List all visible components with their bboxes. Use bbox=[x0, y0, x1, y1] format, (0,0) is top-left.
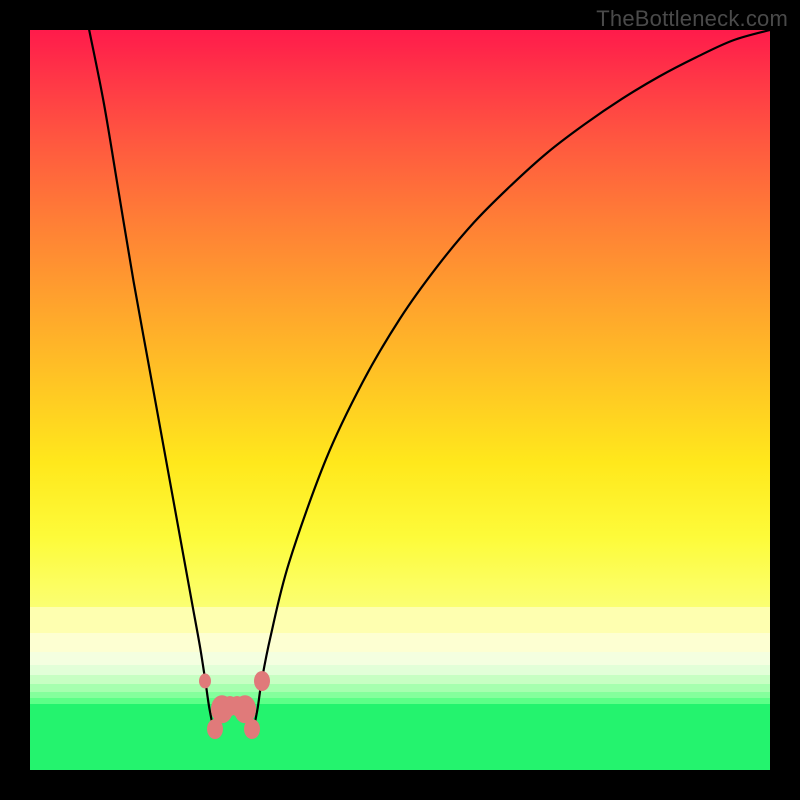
data-marker bbox=[254, 671, 270, 691]
curve-path bbox=[89, 30, 770, 729]
watermark-text: TheBottleneck.com bbox=[596, 6, 788, 32]
data-marker bbox=[199, 674, 211, 689]
bottleneck-curve bbox=[30, 30, 770, 770]
data-marker bbox=[244, 719, 260, 739]
plot-area bbox=[30, 30, 770, 770]
